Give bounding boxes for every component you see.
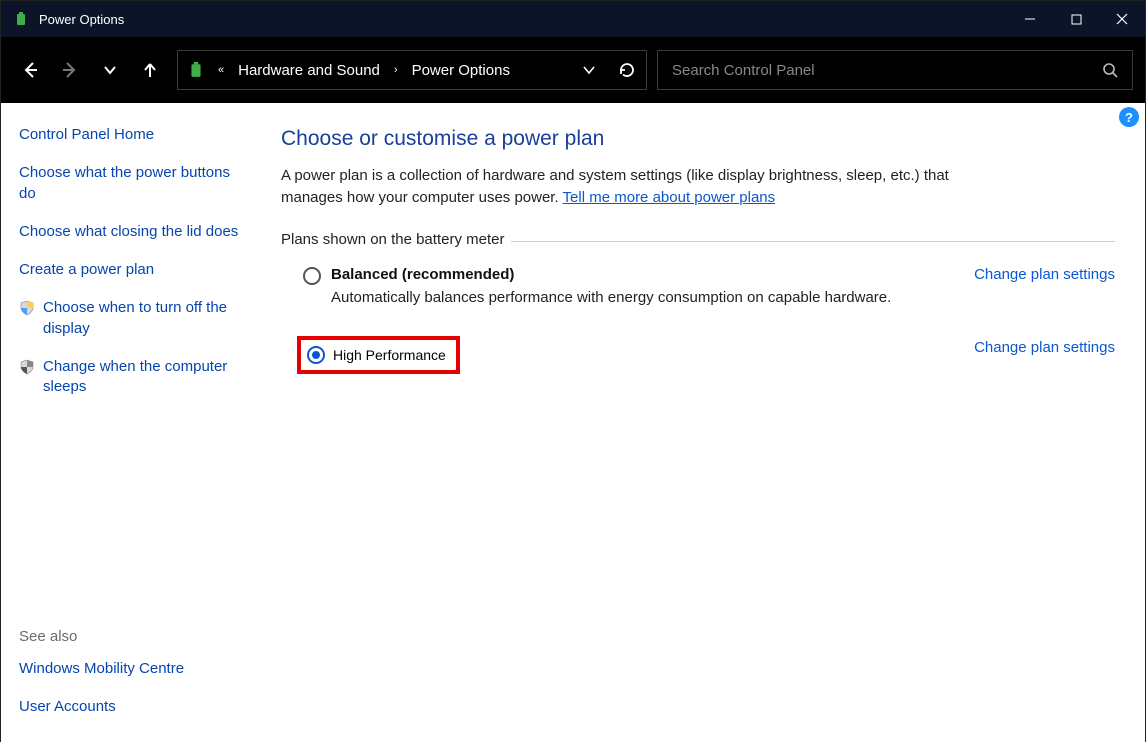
- address-bar[interactable]: « Hardware and Sound › Power Options: [177, 50, 647, 90]
- sidebar: Control Panel Home Choose what the power…: [1, 103, 261, 743]
- content-area: ? Control Panel Home Choose what the pow…: [1, 103, 1145, 743]
- nav-arrows: [13, 59, 167, 81]
- intro-text: A power plan is a collection of hardware…: [281, 165, 981, 209]
- highlight-box: High Performance: [297, 336, 460, 374]
- minimize-button[interactable]: [1007, 1, 1053, 37]
- sidebar-link-closing-lid[interactable]: Choose what closing the lid does: [19, 222, 247, 242]
- maximize-button[interactable]: [1053, 1, 1099, 37]
- divider: [511, 241, 1115, 242]
- chevron-down-icon[interactable]: [582, 63, 596, 77]
- control-panel-home-link[interactable]: Control Panel Home: [19, 125, 247, 145]
- plans-fieldset: Plans shown on the battery meter Balance…: [281, 231, 1115, 374]
- breadcrumb-parent[interactable]: Hardware and Sound: [238, 62, 380, 79]
- plans-legend: Plans shown on the battery meter: [281, 231, 514, 248]
- up-button[interactable]: [139, 59, 161, 81]
- radio-balanced[interactable]: [303, 267, 321, 285]
- titlebar: Power Options: [1, 1, 1145, 37]
- shield-icon: [19, 359, 35, 375]
- battery-icon: [188, 62, 204, 78]
- chevron-left-icon: «: [214, 64, 228, 76]
- refresh-button[interactable]: [618, 61, 636, 79]
- change-settings-balanced[interactable]: Change plan settings: [974, 266, 1115, 283]
- back-button[interactable]: [19, 59, 41, 81]
- shield-icon: [19, 300, 35, 316]
- see-also-header: See also: [19, 628, 247, 645]
- radio-high-performance[interactable]: [307, 346, 325, 364]
- plan-balanced-name[interactable]: Balanced (recommended): [331, 266, 954, 283]
- window-controls: [1007, 1, 1145, 37]
- plan-high-performance-row: High Performance Change plan settings: [281, 322, 1115, 374]
- navbar: « Hardware and Sound › Power Options: [1, 37, 1145, 103]
- forward-button[interactable]: [59, 59, 81, 81]
- plan-high-performance-name[interactable]: High Performance: [333, 347, 446, 363]
- close-button[interactable]: [1099, 1, 1145, 37]
- main-panel: Choose or customise a power plan A power…: [261, 103, 1145, 743]
- search-bar[interactable]: [657, 50, 1133, 90]
- page-heading: Choose or customise a power plan: [281, 127, 1115, 151]
- sidebar-link-create-plan[interactable]: Create a power plan: [19, 260, 247, 280]
- window-title: Power Options: [39, 12, 124, 27]
- sidebar-link-turn-off-display[interactable]: Choose when to turn off the display: [43, 298, 247, 339]
- plan-balanced-desc: Automatically balances performance with …: [331, 289, 954, 306]
- search-icon[interactable]: [1102, 62, 1118, 78]
- battery-icon: [13, 11, 29, 27]
- see-also-mobility-centre[interactable]: Windows Mobility Centre: [19, 659, 247, 679]
- see-also-user-accounts[interactable]: User Accounts: [19, 697, 247, 717]
- sidebar-link-computer-sleeps[interactable]: Change when the computer sleeps: [43, 357, 247, 398]
- change-settings-high-performance[interactable]: Change plan settings: [974, 339, 1115, 356]
- breadcrumb-current[interactable]: Power Options: [412, 62, 510, 79]
- intro-link[interactable]: Tell me more about power plans: [563, 189, 776, 206]
- plan-balanced: Balanced (recommended) Automatically bal…: [281, 248, 1115, 308]
- sidebar-link-power-buttons[interactable]: Choose what the power buttons do: [19, 163, 247, 204]
- chevron-right-icon: ›: [390, 64, 402, 76]
- search-input[interactable]: [672, 62, 1102, 79]
- recent-dropdown[interactable]: [99, 59, 121, 81]
